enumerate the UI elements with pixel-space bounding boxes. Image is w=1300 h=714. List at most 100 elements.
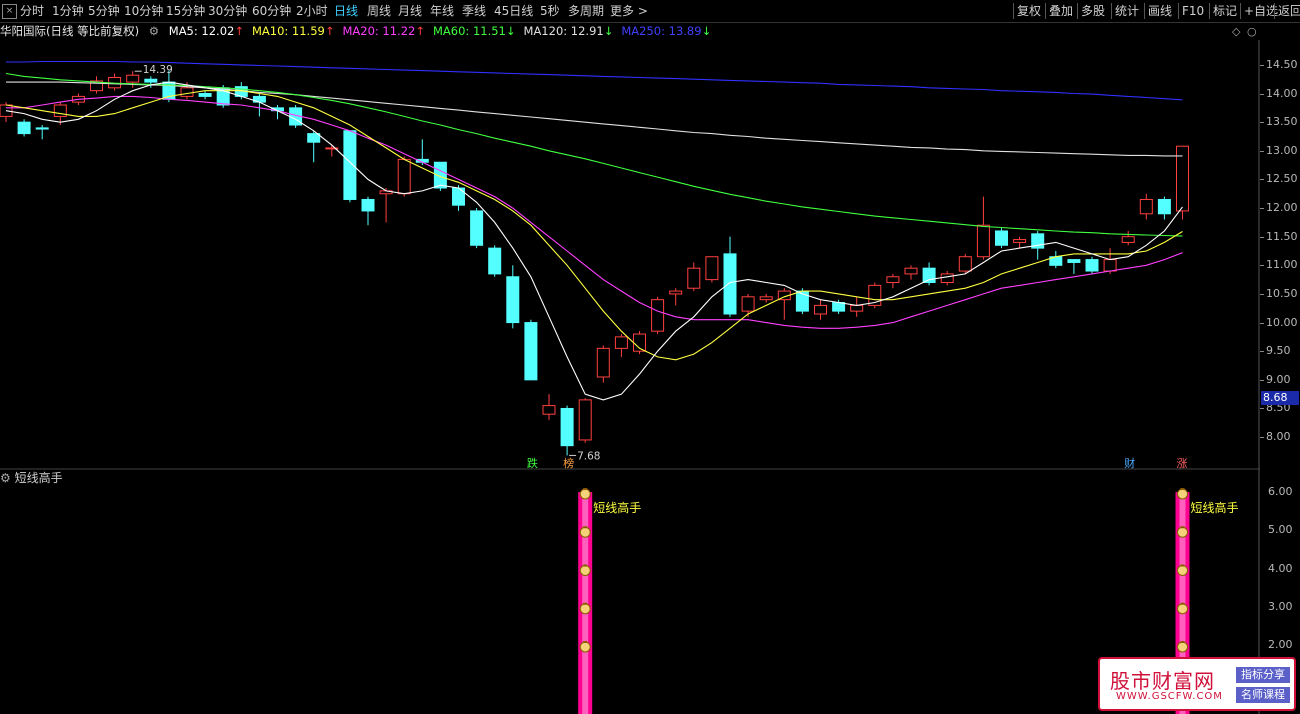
indicator-tick: 6.00 bbox=[1268, 485, 1293, 498]
tool-button-8[interactable]: 返回 bbox=[1278, 0, 1300, 22]
price-tick: 9.00 bbox=[1266, 372, 1291, 386]
tab-11[interactable]: 年线 bbox=[430, 0, 454, 22]
tool-button-1[interactable]: 叠加 bbox=[1049, 0, 1073, 22]
tick-mark bbox=[1260, 122, 1264, 124]
toolbar-divider bbox=[1111, 3, 1112, 19]
indicator-title: ⚙ 短线高手 bbox=[0, 471, 63, 485]
toolbar-divider bbox=[1013, 3, 1014, 19]
money-bag-icon bbox=[1177, 488, 1188, 500]
tab-6[interactable]: 60分钟 bbox=[252, 0, 291, 22]
watermark-title: 股市财富网 bbox=[1110, 669, 1215, 693]
indicator-tick: 5.00 bbox=[1268, 523, 1293, 537]
toolbar-divider bbox=[1178, 3, 1179, 19]
watermark-tag-share: 指标分享 bbox=[1236, 667, 1290, 683]
tab-9[interactable]: 周线 bbox=[367, 0, 391, 22]
money-bag-icon bbox=[1180, 526, 1185, 529]
candle-body bbox=[976, 224, 990, 258]
tool-button-0[interactable]: 复权 bbox=[1017, 0, 1041, 22]
ma-legend-item: MA60: 11.51↓ bbox=[433, 22, 516, 40]
tab-16[interactable]: 更多 > bbox=[610, 0, 648, 22]
price-tick: 14.00 bbox=[1266, 86, 1298, 100]
event-marker[interactable]: 榜 bbox=[563, 455, 574, 471]
tab-4[interactable]: 15分钟 bbox=[166, 0, 205, 22]
money-bag-icon bbox=[1177, 565, 1188, 576]
candle-body bbox=[741, 296, 755, 312]
tab-0[interactable]: 分时 bbox=[20, 0, 44, 22]
toolbar-divider bbox=[1077, 3, 1078, 19]
signal-label: 短线高手 bbox=[1190, 501, 1239, 515]
ma-value: MA120: 12.91 bbox=[523, 24, 604, 38]
candle-body bbox=[669, 290, 683, 295]
ma-value: MA250: 13.89 bbox=[621, 24, 702, 38]
candle-body bbox=[470, 210, 484, 246]
tab-12[interactable]: 季线 bbox=[462, 0, 486, 22]
price-tick: 13.50 bbox=[1266, 115, 1298, 129]
candle-body bbox=[723, 253, 737, 315]
money-bag-icon bbox=[583, 641, 588, 643]
tool-button-3[interactable]: 统计 bbox=[1115, 0, 1139, 22]
money-bag-icon bbox=[1177, 526, 1188, 538]
event-marker[interactable]: 财 bbox=[1124, 455, 1135, 471]
price-tick: 8.00 bbox=[1266, 430, 1291, 444]
tab-2[interactable]: 5分钟 bbox=[88, 0, 120, 22]
diamond-icon[interactable]: ◇ bbox=[1232, 25, 1240, 38]
circle-icon[interactable]: ○ bbox=[1247, 25, 1257, 38]
ma-line bbox=[5, 90, 1183, 361]
event-marker[interactable]: 涨 bbox=[1177, 455, 1188, 471]
ma-line bbox=[6, 95, 1183, 329]
price-tick: 10.50 bbox=[1266, 286, 1298, 300]
tool-button-2[interactable]: 多股 bbox=[1081, 0, 1105, 22]
tab-7[interactable]: 2小时 bbox=[296, 0, 328, 22]
tab-1[interactable]: 1分钟 bbox=[52, 0, 84, 22]
money-bag-icon bbox=[579, 565, 591, 576]
ma-legend-item: MA10: 11.59↑ bbox=[252, 22, 335, 40]
tick-mark bbox=[1260, 265, 1264, 267]
money-bag-icon bbox=[583, 526, 588, 529]
price-tick: 12.50 bbox=[1266, 172, 1298, 186]
event-marker[interactable]: 跌 bbox=[527, 455, 538, 471]
tick-mark bbox=[1260, 408, 1264, 410]
money-bag-icon bbox=[579, 603, 591, 615]
ma-line bbox=[5, 72, 1183, 237]
price-tick: 13.00 bbox=[1266, 143, 1298, 157]
trend-arrow-icon: ↑ bbox=[234, 24, 244, 38]
tab-3[interactable]: 10分钟 bbox=[124, 0, 163, 22]
tab-13[interactable]: 45日线 bbox=[494, 0, 533, 22]
tool-button-4[interactable]: 画线 bbox=[1148, 0, 1172, 22]
trend-arrow-icon: ↓ bbox=[701, 24, 712, 38]
signal-label: 短线高手 bbox=[593, 501, 642, 515]
money-bag-icon bbox=[1177, 641, 1188, 653]
trend-arrow-icon: ↑ bbox=[324, 24, 335, 38]
candle-body bbox=[17, 121, 31, 135]
ma-legend: MA5: 12.02↑ MA10: 11.59↑ MA20: 11.22↑ MA60:… bbox=[169, 22, 719, 40]
trend-arrow-icon: ↑ bbox=[415, 24, 425, 38]
candle-body bbox=[1067, 259, 1081, 263]
close-icon[interactable]: × bbox=[2, 4, 17, 19]
tool-button-6[interactable]: 标记 bbox=[1213, 0, 1237, 22]
money-bag-icon bbox=[1180, 564, 1185, 567]
settings-icon[interactable]: ⚙ bbox=[149, 22, 159, 40]
candle-body bbox=[397, 158, 411, 195]
tab-5[interactable]: 30分钟 bbox=[208, 0, 247, 22]
candle-body bbox=[904, 267, 918, 275]
tab-14[interactable]: 5秒 bbox=[540, 0, 560, 22]
price-tick: 14.50 bbox=[1266, 57, 1298, 71]
ma-value: MA20: 11.22 bbox=[342, 24, 416, 38]
watermark-tag-course: 名师课程 bbox=[1236, 687, 1290, 703]
tab-15[interactable]: 多周期 bbox=[568, 0, 604, 22]
candle-body bbox=[940, 273, 954, 283]
chart-info-bar: 华阳国际(日线 等比前复权) ⚙ MA5: 12.02↑ MA10: 11.59↑… bbox=[0, 22, 719, 40]
tab-10[interactable]: 月线 bbox=[398, 0, 422, 22]
ma-legend-item: MA5: 12.02↑ bbox=[169, 22, 244, 40]
candle-body bbox=[958, 256, 972, 272]
tool-button-5[interactable]: F10 bbox=[1182, 0, 1204, 22]
tick-mark bbox=[1260, 179, 1264, 181]
settings-icon[interactable]: ⚙ bbox=[0, 471, 11, 485]
tick-mark bbox=[1260, 93, 1264, 95]
candlestick-chart[interactable]: 14.39 7.68 bbox=[0, 40, 1260, 470]
candle-body bbox=[995, 230, 1008, 246]
tool-button-7[interactable]: +自选 bbox=[1244, 0, 1278, 22]
money-bag-icon bbox=[1180, 488, 1185, 490]
money-bag-icon bbox=[583, 602, 588, 605]
tab-8[interactable]: 日线 bbox=[334, 0, 358, 22]
